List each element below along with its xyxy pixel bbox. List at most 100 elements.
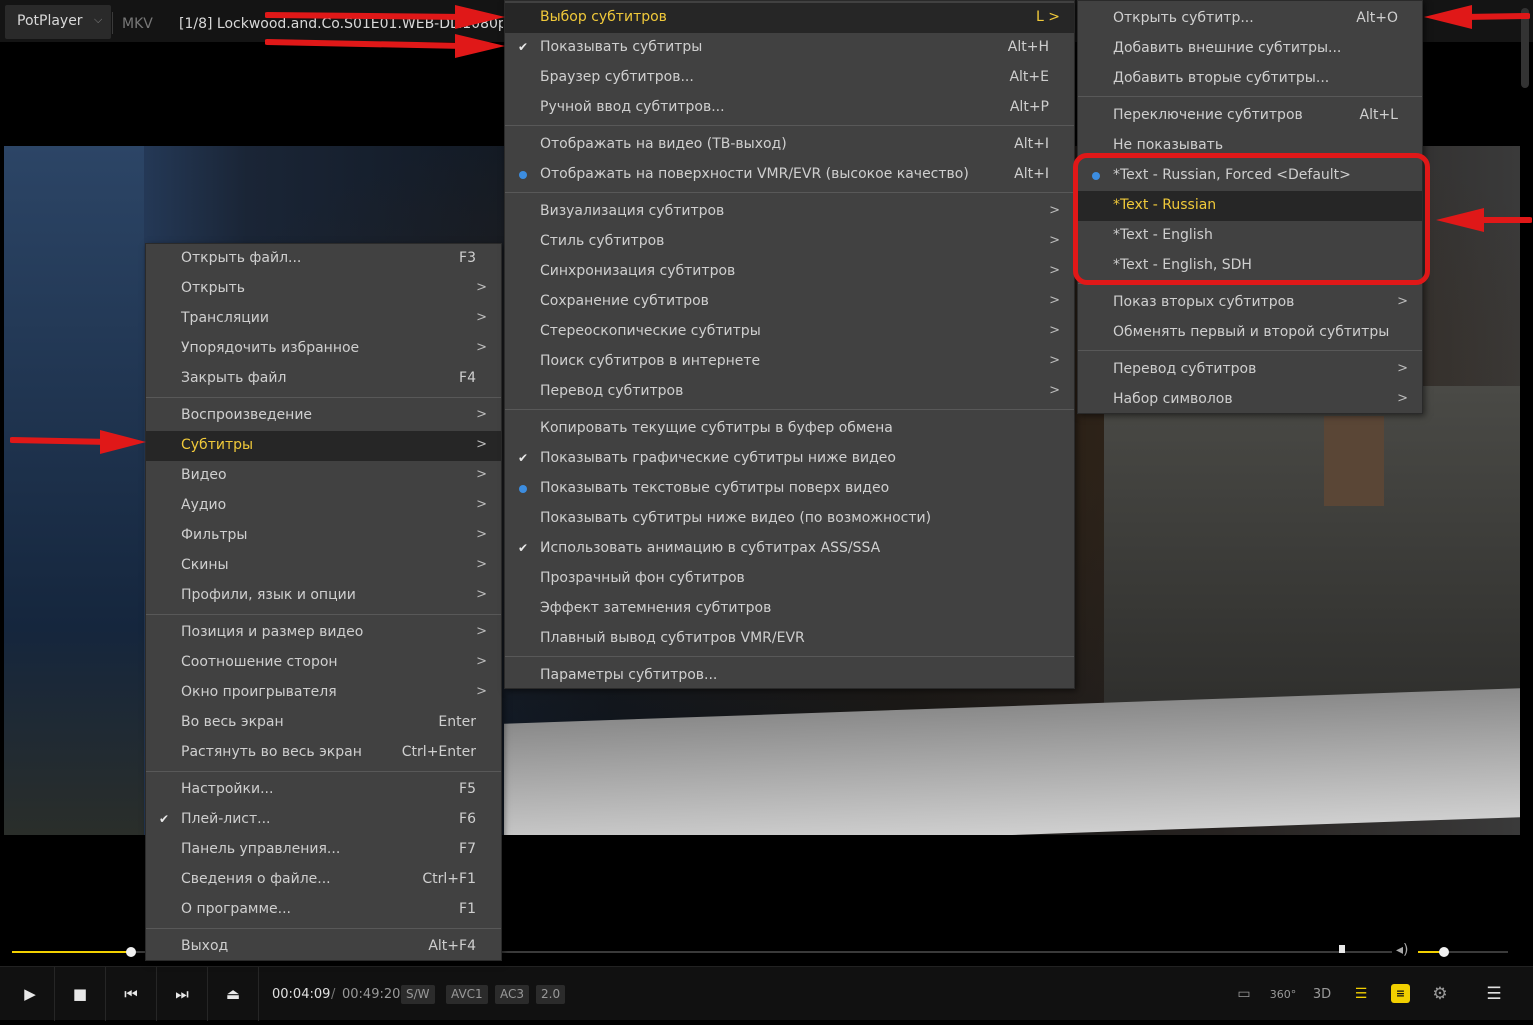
menu-item-select-subtitles[interactable]: Выбор субтитров L > — [505, 3, 1074, 33]
menu-item-transparent-bg[interactable]: Прозрачный фон субтитров — [505, 564, 1074, 594]
submenu-arrow-icon: > — [1049, 353, 1060, 368]
menu-item-ass-animation[interactable]: ✔ Использовать анимацию в субтитрах ASS/S… — [505, 534, 1074, 564]
menu-item-audio[interactable]: Аудио > — [146, 491, 501, 521]
menu-item-switch-subtitles[interactable]: Переключение субтитров Alt+L — [1078, 101, 1422, 131]
submenu-arrow-icon: > — [476, 527, 487, 542]
submenu-arrow-icon: > — [476, 587, 487, 602]
subtitle-toggle-button[interactable]: ≡ — [1391, 984, 1410, 1003]
menu-divider — [146, 614, 501, 615]
menu-divider — [505, 192, 1074, 193]
menu-item-skins[interactable]: Скины > — [146, 551, 501, 581]
eject-button[interactable]: ⏏ — [209, 967, 257, 1021]
decoder-badge[interactable]: S/W — [401, 985, 435, 1004]
total-time[interactable]: 00:49:20 — [342, 987, 400, 1002]
next-button[interactable]: ⏭ — [158, 967, 206, 1021]
menu-item-subtitle-rendering[interactable]: Визуализация субтитров > — [505, 197, 1074, 227]
menu-item-show-subtitles[interactable]: ✔ Показывать субтитры Alt+H — [505, 33, 1074, 63]
menu-item-secondary-display[interactable]: Показ вторых субтитров > — [1078, 288, 1422, 318]
menu-item-favorites[interactable]: Упорядочить избранное > — [146, 334, 501, 364]
menu-item-below-video[interactable]: Показывать субтитры ниже видео (по возмо… — [505, 504, 1074, 534]
radio-selected-icon — [515, 481, 531, 497]
volume-icon[interactable]: ◂) — [1396, 942, 1409, 958]
submenu-arrow-icon: > — [476, 407, 487, 422]
cast-button[interactable]: ▭ — [1231, 981, 1257, 1007]
check-icon: ✔ — [517, 451, 529, 465]
submenu-arrow-icon: > — [476, 654, 487, 669]
menu-item-profiles[interactable]: Профили, язык и опции > — [146, 581, 501, 611]
menu-item-fade-effect[interactable]: Эффект затемнения субтитров — [505, 594, 1074, 624]
app-name: PotPlayer — [17, 13, 83, 29]
menu-item-control-panel[interactable]: Панель управления... F7 — [146, 835, 501, 865]
menu-item-playlist[interactable]: ✔ Плей-лист... F6 — [146, 805, 501, 835]
main-menu-button[interactable]: ☰ — [1481, 981, 1507, 1007]
app-menu-button[interactable]: PotPlayer ⌵ — [5, 5, 111, 39]
audio-codec-badge[interactable]: AC3 — [495, 985, 530, 1004]
submenu-arrow-icon: > — [476, 624, 487, 639]
submenu-arrow-icon: > — [1397, 391, 1408, 406]
menu-item-player-window[interactable]: Окно проигрывателя > — [146, 678, 501, 708]
menu-item-aspect-ratio[interactable]: Соотношение сторон > — [146, 648, 501, 678]
menu-item-subtitle-style[interactable]: Стиль субтитров > — [505, 227, 1074, 257]
previous-button[interactable]: ⏮ — [107, 967, 155, 1021]
seek-handle[interactable] — [126, 947, 136, 957]
menu-item-subtitle-options[interactable]: Параметры субтитров... — [505, 661, 1074, 691]
audio-channels-badge[interactable]: 2.0 — [536, 985, 566, 1004]
menu-item-swap-subtitles[interactable]: Обменять первый и второй субтитры — [1078, 318, 1422, 348]
submenu-arrow-icon: > — [1049, 203, 1060, 218]
vr-360-button[interactable]: 360° — [1269, 981, 1297, 1007]
menu-item-stereo-subtitles[interactable]: Стереоскопические субтитры > — [505, 317, 1074, 347]
menu-item-translate[interactable]: Перевод субтитров > — [1078, 355, 1422, 385]
menu-item-open[interactable]: Открыть > — [146, 274, 501, 304]
menu-item-save-subtitles[interactable]: Сохранение субтитров > — [505, 287, 1074, 317]
menu-item-filters[interactable]: Фильтры > — [146, 521, 501, 551]
menu-item-video[interactable]: Видео > — [146, 461, 501, 491]
menu-item-search-subtitles-online[interactable]: Поиск субтитров в интернете > — [505, 347, 1074, 377]
menu-item-text-over-video[interactable]: Показывать текстовые субтитры поверх вид… — [505, 474, 1074, 504]
menu-item-add-secondary[interactable]: Добавить вторые субтитры... — [1078, 64, 1422, 94]
menu-divider — [1078, 96, 1422, 97]
360-icon: 360° — [1269, 987, 1297, 1001]
menu-item-stretch-fullscreen[interactable]: Растянуть во весь экран Ctrl+Enter — [146, 738, 501, 768]
menu-item-fullscreen[interactable]: Во весь экран Enter — [146, 708, 501, 738]
video-scene-table — [504, 688, 1520, 835]
menu-item-copy-subtitles[interactable]: Копировать текущие субтитры в буфер обме… — [505, 414, 1074, 444]
menu-item-broadcasts[interactable]: Трансляции > — [146, 304, 501, 334]
stop-button[interactable]: ■ — [56, 967, 104, 1021]
menu-item-translate-subtitles[interactable]: Перевод субтитров > — [505, 377, 1074, 407]
menu-item-smooth-output[interactable]: Плавный вывод субтитров VMR/EVR — [505, 624, 1074, 654]
submenu-arrow-icon: > — [1049, 383, 1060, 398]
menu-item-subtitle-browser[interactable]: Браузер субтитров... Alt+E — [505, 63, 1074, 93]
current-time[interactable]: 00:04:09 — [272, 987, 330, 1002]
menu-item-open-file[interactable]: Открыть файл... F3 — [146, 244, 501, 274]
control-divider — [207, 967, 208, 1021]
time-separator: / — [331, 987, 336, 1002]
menu-item-close-file[interactable]: Закрыть файл F4 — [146, 364, 501, 394]
menu-item-add-external[interactable]: Добавить внешние субтитры... — [1078, 34, 1422, 64]
settings-button[interactable]: ⚙ — [1427, 981, 1453, 1007]
menu-divider — [146, 397, 501, 398]
menu-item-render-tv-out[interactable]: Отображать на видео (ТВ-выход) Alt+I — [505, 130, 1074, 160]
menu-item-file-info[interactable]: Сведения о файле... Ctrl+F1 — [146, 865, 501, 895]
volume-handle[interactable] — [1439, 947, 1449, 957]
menu-item-subtitle-sync[interactable]: Синхронизация субтитров > — [505, 257, 1074, 287]
menu-item-open-subtitle[interactable]: Открыть субтитр... Alt+O — [1078, 4, 1422, 34]
video-scene-window — [4, 146, 144, 835]
play-button[interactable]: ▶ — [6, 967, 54, 1021]
menu-item-settings[interactable]: Настройки... F5 — [146, 775, 501, 805]
menu-item-charset[interactable]: Набор символов > — [1078, 385, 1422, 415]
submenu-arrow-icon: > — [476, 497, 487, 512]
menu-item-playback[interactable]: Воспроизведение > — [146, 401, 501, 431]
video-scene-shelf — [1324, 416, 1384, 506]
menu-item-exit[interactable]: Выход Alt+F4 — [146, 932, 501, 962]
3d-icon: 3D — [1312, 986, 1332, 1002]
menu-item-subtitles[interactable]: Субтитры > — [146, 431, 501, 461]
3d-button[interactable]: 3D — [1309, 981, 1335, 1007]
menu-item-manual-subtitle[interactable]: Ручной ввод субтитров... Alt+P — [505, 93, 1074, 123]
menu-item-graphic-below-video[interactable]: ✔ Показывать графические субтитры ниже ви… — [505, 444, 1074, 474]
settings-icon: ⚙ — [1432, 984, 1448, 1004]
video-codec-badge[interactable]: AVC1 — [446, 985, 488, 1004]
menu-item-about[interactable]: О программе... F1 — [146, 895, 501, 925]
playlist-search-button[interactable]: ☰ — [1348, 981, 1374, 1007]
menu-item-video-position[interactable]: Позиция и размер видео > — [146, 618, 501, 648]
menu-item-render-vmr-evr[interactable]: Отображать на поверхности VMR/EVR (высок… — [505, 160, 1074, 190]
